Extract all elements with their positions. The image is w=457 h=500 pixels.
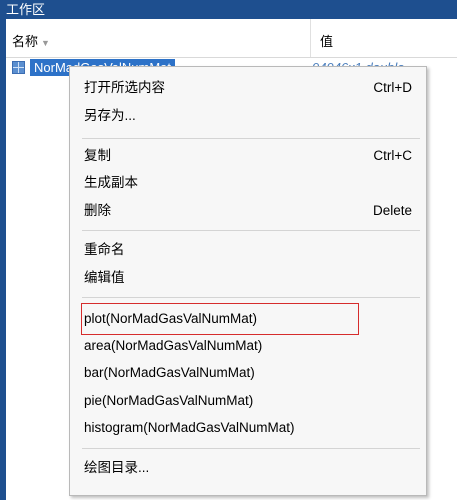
menu-item-area[interactable]: area(NorMadGasValNumMat) xyxy=(84,334,412,358)
menu-item-label: 重命名 xyxy=(84,242,125,257)
workspace-title-bar: 工作区 xyxy=(0,0,457,19)
menu-item-shortcut: Delete xyxy=(372,203,412,218)
menu-item-label: 复制 xyxy=(84,148,111,163)
menu-item-label: 删除 xyxy=(84,203,111,218)
column-header: 名称 ▼ 值 xyxy=(6,19,457,58)
menu-item-label: histogram(NorMadGasValNumMat) xyxy=(84,420,295,435)
menu-item-label: 生成副本 xyxy=(84,175,138,190)
panel-left-border xyxy=(0,19,6,500)
name-column-label: 名称 xyxy=(12,34,39,49)
menu-item-delete[interactable]: 删除 Delete xyxy=(84,199,412,223)
workspace-title: 工作区 xyxy=(6,2,46,17)
menu-item-pie[interactable]: pie(NorMadGasValNumMat) xyxy=(84,389,412,413)
menu-separator xyxy=(82,297,420,298)
column-divider[interactable] xyxy=(310,19,311,57)
menu-item-rename[interactable]: 重命名 xyxy=(84,238,412,262)
menu-item-label: 另存为... xyxy=(84,108,136,123)
name-column-header[interactable]: 名称 ▼ xyxy=(12,31,50,50)
menu-item-label: 编辑值 xyxy=(84,270,125,285)
menu-item-duplicate[interactable]: 生成副本 xyxy=(84,171,412,195)
menu-separator xyxy=(82,448,420,449)
menu-item-bar[interactable]: bar(NorMadGasValNumMat) xyxy=(84,361,412,385)
menu-item-save-as[interactable]: 另存为... xyxy=(84,104,412,128)
menu-item-label: area(NorMadGasValNumMat) xyxy=(84,338,263,353)
menu-item-label: pie(NorMadGasValNumMat) xyxy=(84,393,254,408)
menu-separator xyxy=(82,138,420,139)
value-column-header[interactable]: 值 xyxy=(320,31,333,50)
menu-item-plot[interactable]: plot(NorMadGasValNumMat) xyxy=(81,303,412,335)
menu-item-open-selection[interactable]: 打开所选内容 Ctrl+D xyxy=(84,76,412,100)
menu-item-label: bar(NorMadGasValNumMat) xyxy=(84,365,255,380)
context-menu: 打开所选内容 Ctrl+D 另存为... 复制 Ctrl+C 生成副本 删除 D… xyxy=(69,66,427,496)
plot-highlight-box xyxy=(81,303,359,335)
menu-item-label: 打开所选内容 xyxy=(84,80,165,95)
menu-item-shortcut: Ctrl+C xyxy=(373,148,412,163)
menu-separator xyxy=(82,230,420,231)
menu-item-edit-value[interactable]: 编辑值 xyxy=(84,266,412,290)
sort-arrow-icon[interactable]: ▼ xyxy=(41,38,50,48)
menu-item-plot-catalog[interactable]: 绘图目录... xyxy=(84,456,412,480)
menu-item-copy[interactable]: 复制 Ctrl+C xyxy=(84,144,412,168)
menu-item-label: 绘图目录... xyxy=(84,460,150,475)
menu-item-shortcut: Ctrl+D xyxy=(373,80,412,95)
menu-item-histogram[interactable]: histogram(NorMadGasValNumMat) xyxy=(84,416,412,440)
matrix-variable-icon xyxy=(12,61,25,74)
